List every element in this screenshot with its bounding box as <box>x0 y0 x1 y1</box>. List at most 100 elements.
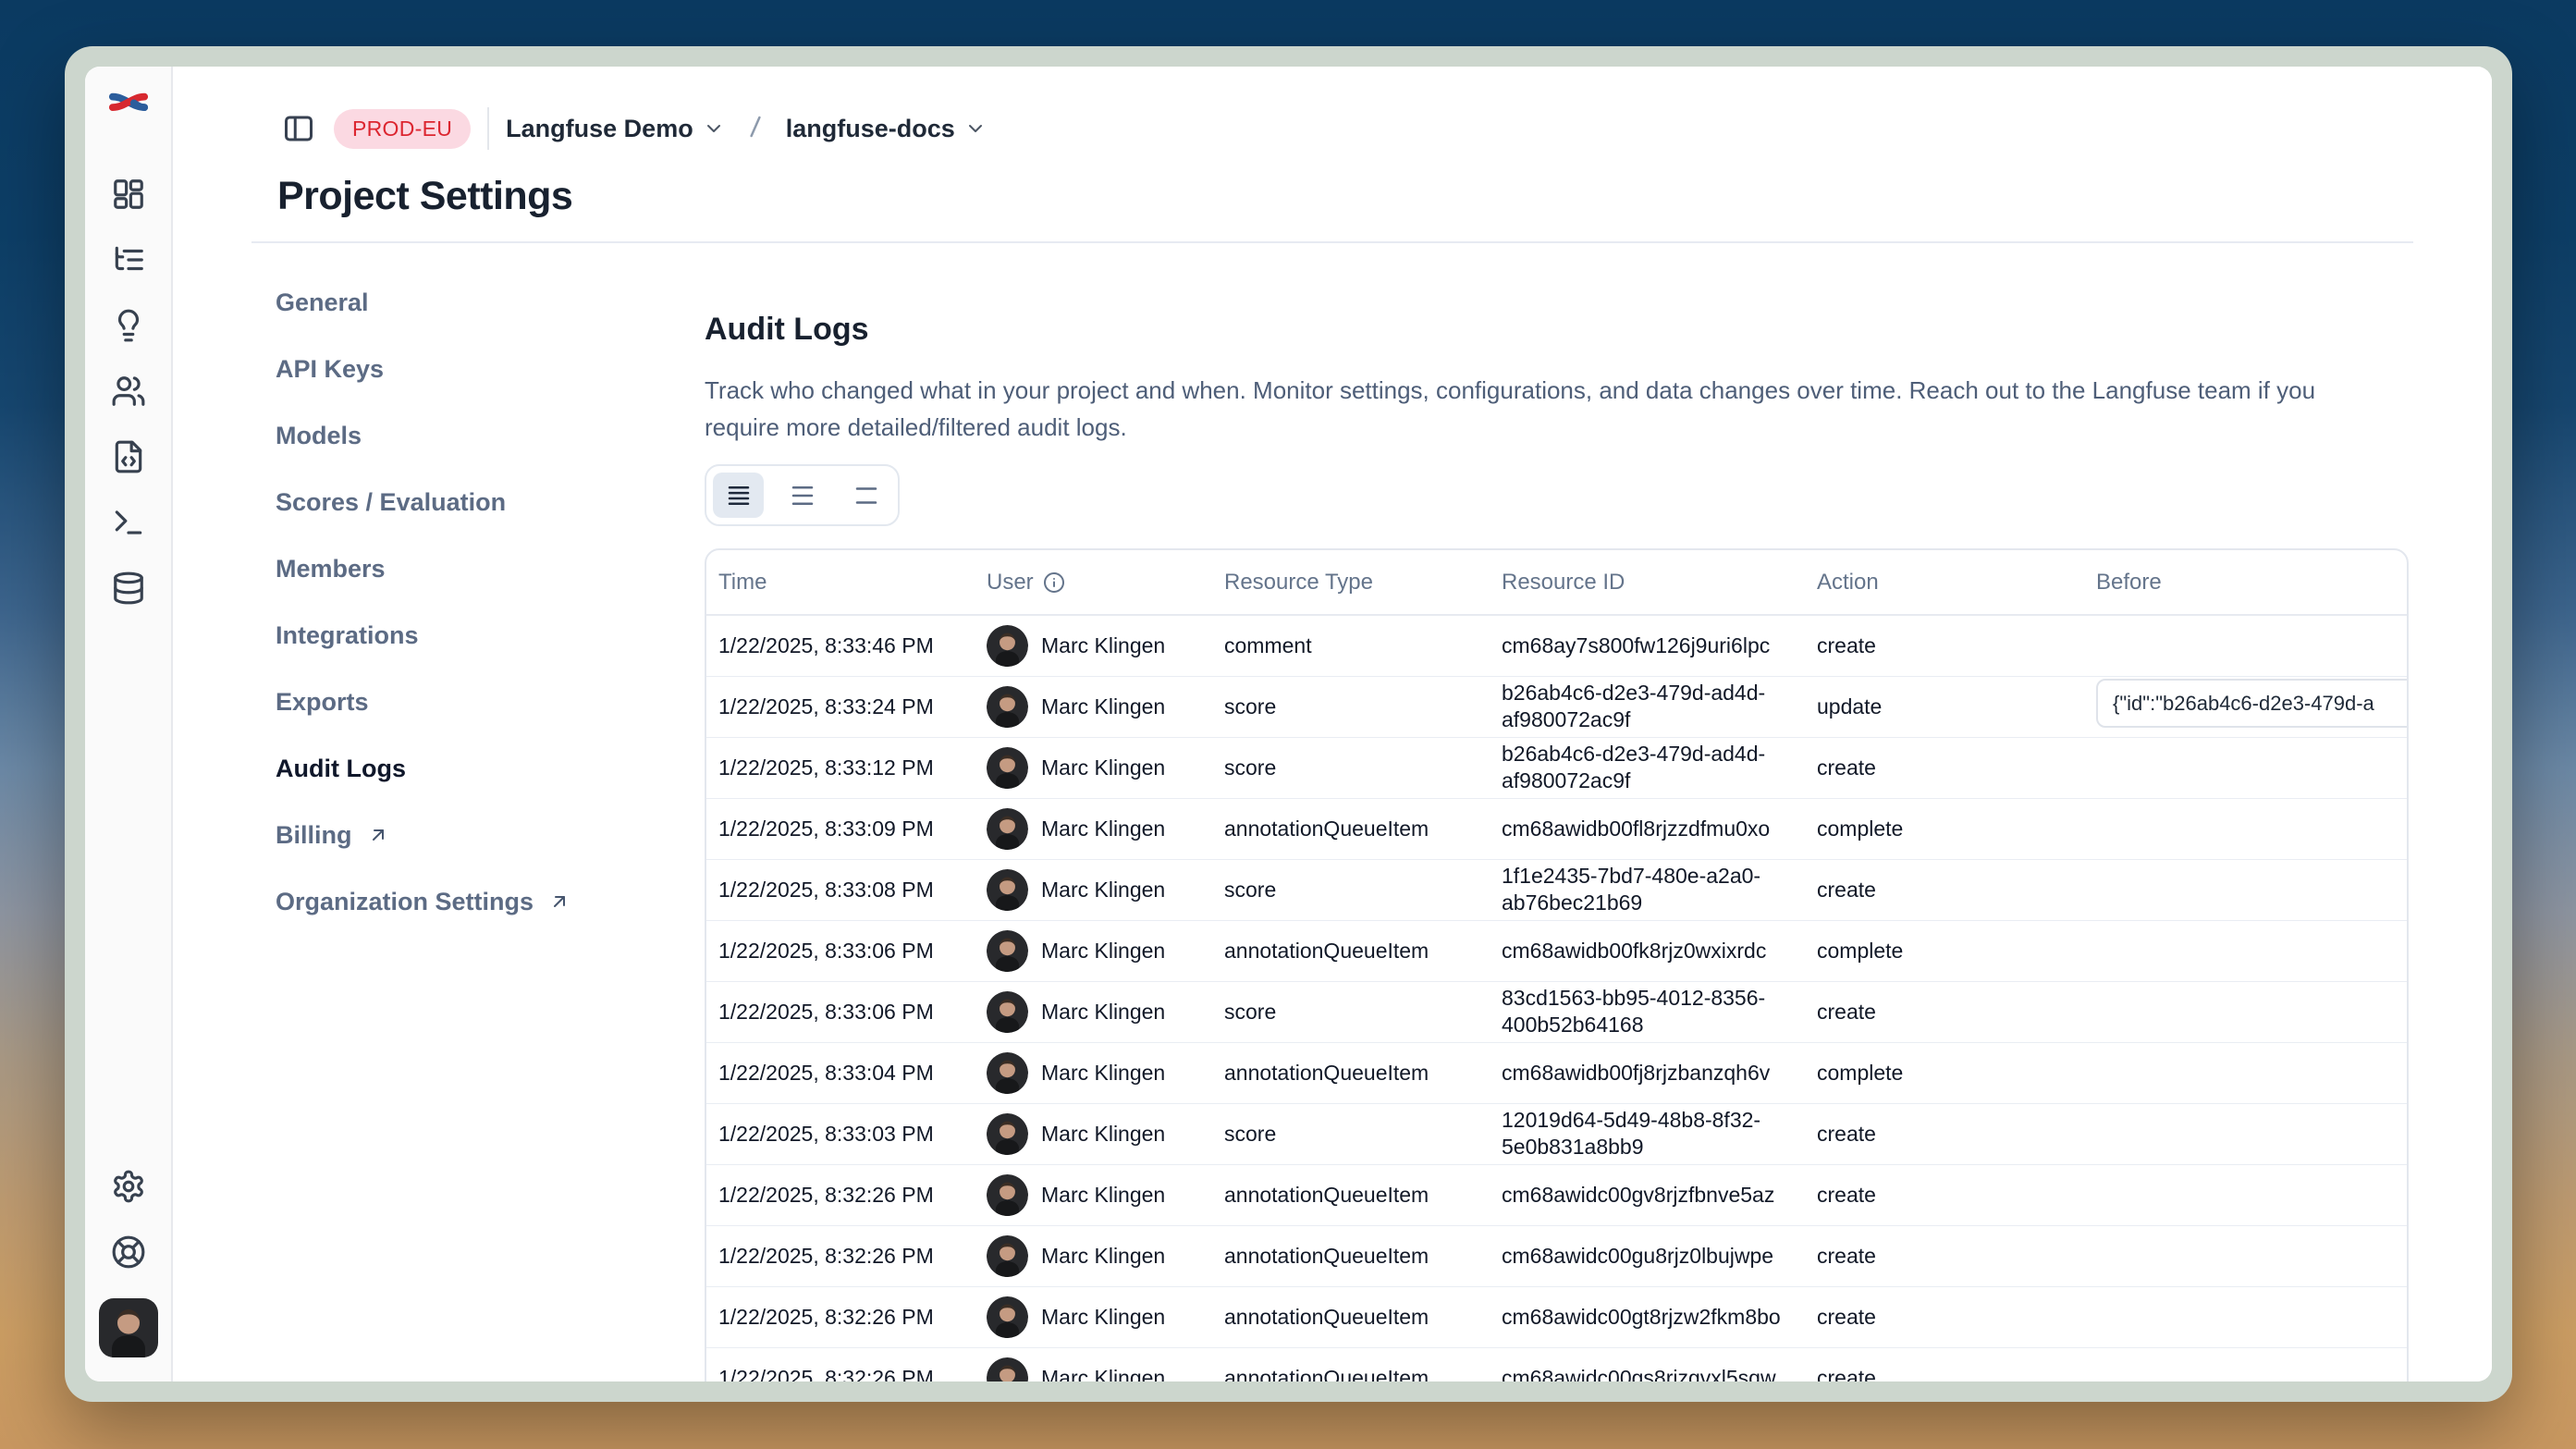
before-json-box[interactable]: {"id":"b26ab4c6-d2e3-479d-a <box>2096 679 2409 728</box>
nav-item-label: API Keys <box>276 355 384 384</box>
cell-action: complete <box>1805 1042 2084 1103</box>
nav-item-label: Billing <box>276 821 352 850</box>
user-avatar <box>987 686 1028 728</box>
cell-action: create <box>1805 615 2084 676</box>
nav-item-billing[interactable]: Billing <box>251 802 677 868</box>
user-avatar[interactable] <box>99 1298 158 1357</box>
cell-user: Marc Klingen <box>975 981 1212 1042</box>
nav-item-scores-evaluation[interactable]: Scores / Evaluation <box>251 469 677 535</box>
project-name: langfuse-docs <box>786 115 955 143</box>
cell-action: create <box>1805 1164 2084 1225</box>
nav-item-members[interactable]: Members <box>251 535 677 602</box>
user-name: Marc Klingen <box>1041 1304 1165 1331</box>
nav-item-label: Exports <box>276 688 369 717</box>
section-description: Track who changed what in your project a… <box>705 372 2397 446</box>
column-header-resource-id: Resource ID <box>1490 550 1805 615</box>
nav-item-audit-logs[interactable]: Audit Logs <box>251 735 677 802</box>
cell-time: 1/22/2025, 8:32:26 PM <box>706 1286 975 1347</box>
cell-resource-type: score <box>1212 737 1490 798</box>
cell-time: 1/22/2025, 8:33:06 PM <box>706 981 975 1042</box>
cell-action: complete <box>1805 798 2084 859</box>
cell-resource-id: b26ab4c6-d2e3-479d-ad4d-af980072ac9f <box>1490 737 1805 798</box>
cell-user: Marc Klingen <box>975 615 1212 676</box>
user-name: Marc Klingen <box>1041 1121 1165 1148</box>
settings-icon[interactable] <box>108 1166 149 1207</box>
settings-nav: General API Keys ModelsScores / Evaluation… <box>251 269 677 935</box>
cell-resource-id: cm68awidc00gv8rjzfbnve5az <box>1490 1164 1805 1225</box>
sidebar-toggle-button[interactable] <box>280 110 317 147</box>
chevron-down-icon <box>964 117 987 140</box>
cell-resource-type: comment <box>1212 615 1490 676</box>
cell-before <box>2084 1286 2409 1347</box>
cell-time: 1/22/2025, 8:33:04 PM <box>706 1042 975 1103</box>
breadcrumb-slash-icon <box>742 113 769 144</box>
datasets-icon[interactable] <box>108 436 149 477</box>
cell-resource-id: cm68awidc00gt8rjzw2fkm8bo <box>1490 1286 1805 1347</box>
cell-action: create <box>1805 737 2084 798</box>
cell-before <box>2084 1164 2409 1225</box>
users-icon[interactable] <box>108 371 149 411</box>
cell-time: 1/22/2025, 8:32:26 PM <box>706 1225 975 1286</box>
user-avatar <box>987 1052 1028 1094</box>
nav-item-label: Audit Logs <box>276 755 406 783</box>
org-selector[interactable]: Langfuse Demo <box>506 115 725 143</box>
cell-before <box>2084 1042 2409 1103</box>
nav-item-general[interactable]: General <box>251 269 677 336</box>
audit-log-table-card: TimeUserResource TypeResource IDActionBe… <box>705 548 2409 1381</box>
audit-log-row: 1/22/2025, 8:33:06 PMMarc Klingenannotat… <box>706 920 2409 981</box>
cell-action: create <box>1805 981 2084 1042</box>
cell-resource-type: score <box>1212 981 1490 1042</box>
user-avatar <box>987 625 1028 667</box>
cell-action: update <box>1805 676 2084 737</box>
cell-resource-type: annotationQueueItem <box>1212 1286 1490 1347</box>
nav-item-label: Organization Settings <box>276 888 534 916</box>
row-height-large-button[interactable] <box>840 473 891 518</box>
langfuse-logo[interactable] <box>107 89 150 117</box>
cell-before <box>2084 615 2409 676</box>
row-height-medium-button[interactable] <box>777 473 828 518</box>
tracing-icon[interactable] <box>108 239 149 280</box>
cell-resource-type: score <box>1212 676 1490 737</box>
playground-icon[interactable] <box>108 502 149 543</box>
cell-time: 1/22/2025, 8:33:12 PM <box>706 737 975 798</box>
user-avatar <box>987 1174 1028 1216</box>
cell-user: Marc Klingen <box>975 1225 1212 1286</box>
user-name: Marc Klingen <box>1041 1182 1165 1209</box>
audit-log-row: 1/22/2025, 8:33:12 PMMarc Klingenscoreb2… <box>706 737 2409 798</box>
column-header-time: Time <box>706 550 975 615</box>
cell-resource-type: score <box>1212 859 1490 920</box>
cell-resource-id: 12019d64-5d49-48b8-8f32-5e0b831a8bb9 <box>1490 1103 1805 1164</box>
cell-resource-id: 1f1e2435-7bd7-480e-a2a0-ab76bec21b69 <box>1490 859 1805 920</box>
nav-item-models[interactable]: Models <box>251 402 677 469</box>
user-avatar <box>987 930 1028 972</box>
audit-log-row: 1/22/2025, 8:33:24 PMMarc Klingenscoreb2… <box>706 676 2409 737</box>
project-selector[interactable]: langfuse-docs <box>786 115 987 143</box>
user-avatar <box>987 808 1028 850</box>
cell-before <box>2084 798 2409 859</box>
cell-user: Marc Klingen <box>975 1103 1212 1164</box>
user-name: Marc Klingen <box>1041 1060 1165 1087</box>
nav-item-organization-settings[interactable]: Organization Settings <box>251 868 677 935</box>
support-icon[interactable] <box>108 1232 149 1272</box>
cell-time: 1/22/2025, 8:33:09 PM <box>706 798 975 859</box>
audit-log-row: 1/22/2025, 8:33:06 PM Marc Klingen score83… <box>706 981 2409 1042</box>
cell-before: {"id":"b26ab4c6-d2e3-479d-a <box>2084 676 2409 737</box>
cell-action: create <box>1805 1286 2084 1347</box>
audit-log-row: 1/22/2025, 8:33:08 PMMarc Klingenscore1f… <box>706 859 2409 920</box>
main-content: PROD-EU Langfuse Demo langfuse-docs Proj… <box>173 67 2492 1381</box>
cell-resource-type: annotationQueueItem <box>1212 1225 1490 1286</box>
nav-item-exports[interactable]: Exports <box>251 669 677 735</box>
user-name: Marc Klingen <box>1041 999 1165 1025</box>
cell-resource-id: 83cd1563-bb95-4012-8356-400b52b64168 <box>1490 981 1805 1042</box>
nav-item-api-keys[interactable]: API Keys <box>251 336 677 402</box>
nav-item-integrations[interactable]: Integrations <box>251 602 677 669</box>
cell-resource-type: annotationQueueItem <box>1212 1164 1490 1225</box>
audit-log-row: 1/22/2025, 8:33:46 PMMarc Klingencomment… <box>706 615 2409 676</box>
database-icon[interactable] <box>108 568 149 608</box>
prompts-icon[interactable] <box>108 305 149 346</box>
dashboard-icon[interactable] <box>108 174 149 215</box>
cell-before <box>2084 981 2409 1042</box>
row-height-small-button[interactable] <box>713 473 764 518</box>
column-header-action: Action <box>1805 550 2084 615</box>
user-name: Marc Klingen <box>1041 938 1165 964</box>
